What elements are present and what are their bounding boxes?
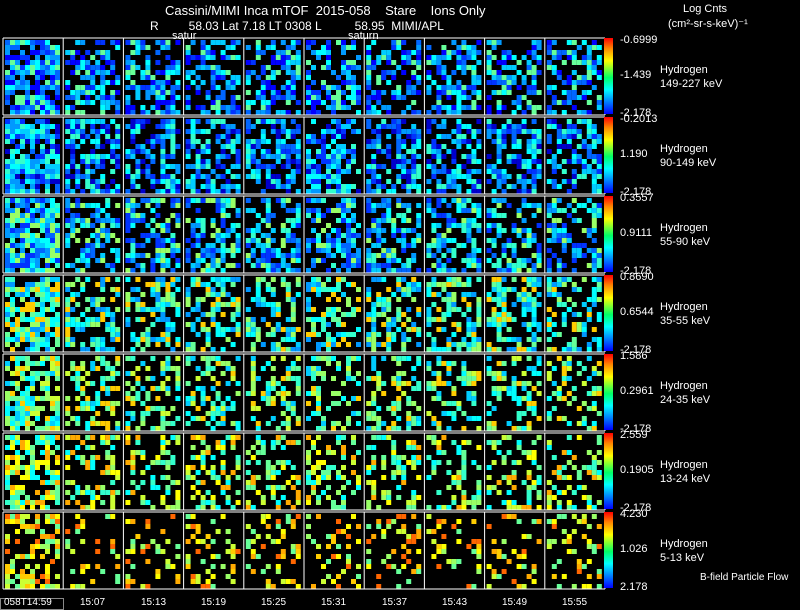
colorbar-min-label: 2.178 [620,581,648,593]
colorbar-max-label: 4.230 [620,508,648,520]
colorbar-mid-label: -1.439 [620,69,651,81]
colorbar-max-label: 0.3557 [620,192,654,204]
colorbar-5 [604,433,613,509]
colorbar-2 [604,196,613,272]
colorbar-3 [604,275,613,351]
colorbar-max-label: -0.6999 [620,34,657,46]
panel-energy-range-label: 13-24 keV [660,473,710,485]
colorbar-0 [604,38,613,114]
colorbar-6 [604,512,613,588]
time-tick-label: 15:07 [80,597,105,608]
time-tick-label: 15:55 [562,597,587,608]
panel-species-label: Hydrogen [660,538,708,550]
time-tick-label: 15:25 [261,597,286,608]
time-tick-label: 15:49 [502,597,527,608]
panel-species-label: Hydrogen [660,143,708,155]
panel-species-label: Hydrogen [660,222,708,234]
colorbar-max-label: -0.2013 [620,113,657,125]
colorbar-max-label: 2.559 [620,429,648,441]
colorbar-1 [604,117,613,193]
colorbar-mid-label: 0.6544 [620,306,654,318]
colorbar-mid-label: 0.9111 [620,227,652,239]
panel-species-label: Hydrogen [660,301,708,313]
bfield-particle-flow-label: B-field Particle Flow [700,572,788,583]
time-tick-label: 058T14:59 [4,597,52,608]
panel-species-label: Hydrogen [660,459,708,471]
colorbar-max-label: 1.586 [620,350,648,362]
time-tick-label: 15:13 [141,597,166,608]
panel-energy-range-label: 149-227 keV [660,78,722,90]
time-tick-label: 15:43 [442,597,467,608]
colorbar-mid-label: 0.2961 [620,385,654,397]
time-tick-label: 15:37 [382,597,407,608]
panel-energy-range-label: 55-90 keV [660,236,710,248]
colorbar-4 [604,354,613,430]
panel-energy-range-label: 90-149 keV [660,157,716,169]
panel-energy-range-label: 5-13 keV [660,552,704,564]
colorbar-mid-label: 0.1905 [620,464,654,476]
panel-species-label: Hydrogen [660,380,708,392]
panel-energy-range-label: 35-55 keV [660,315,710,327]
panel-species-label: Hydrogen [660,64,708,76]
time-tick-label: 15:19 [201,597,226,608]
colorbar-mid-label: 1.026 [620,543,648,555]
colorbar-max-label: 0.8690 [620,271,654,283]
time-tick-label: 15:31 [321,597,346,608]
colorbar-mid-label: 1.190 [620,148,648,160]
panel-energy-range-label: 24-35 keV [660,394,710,406]
